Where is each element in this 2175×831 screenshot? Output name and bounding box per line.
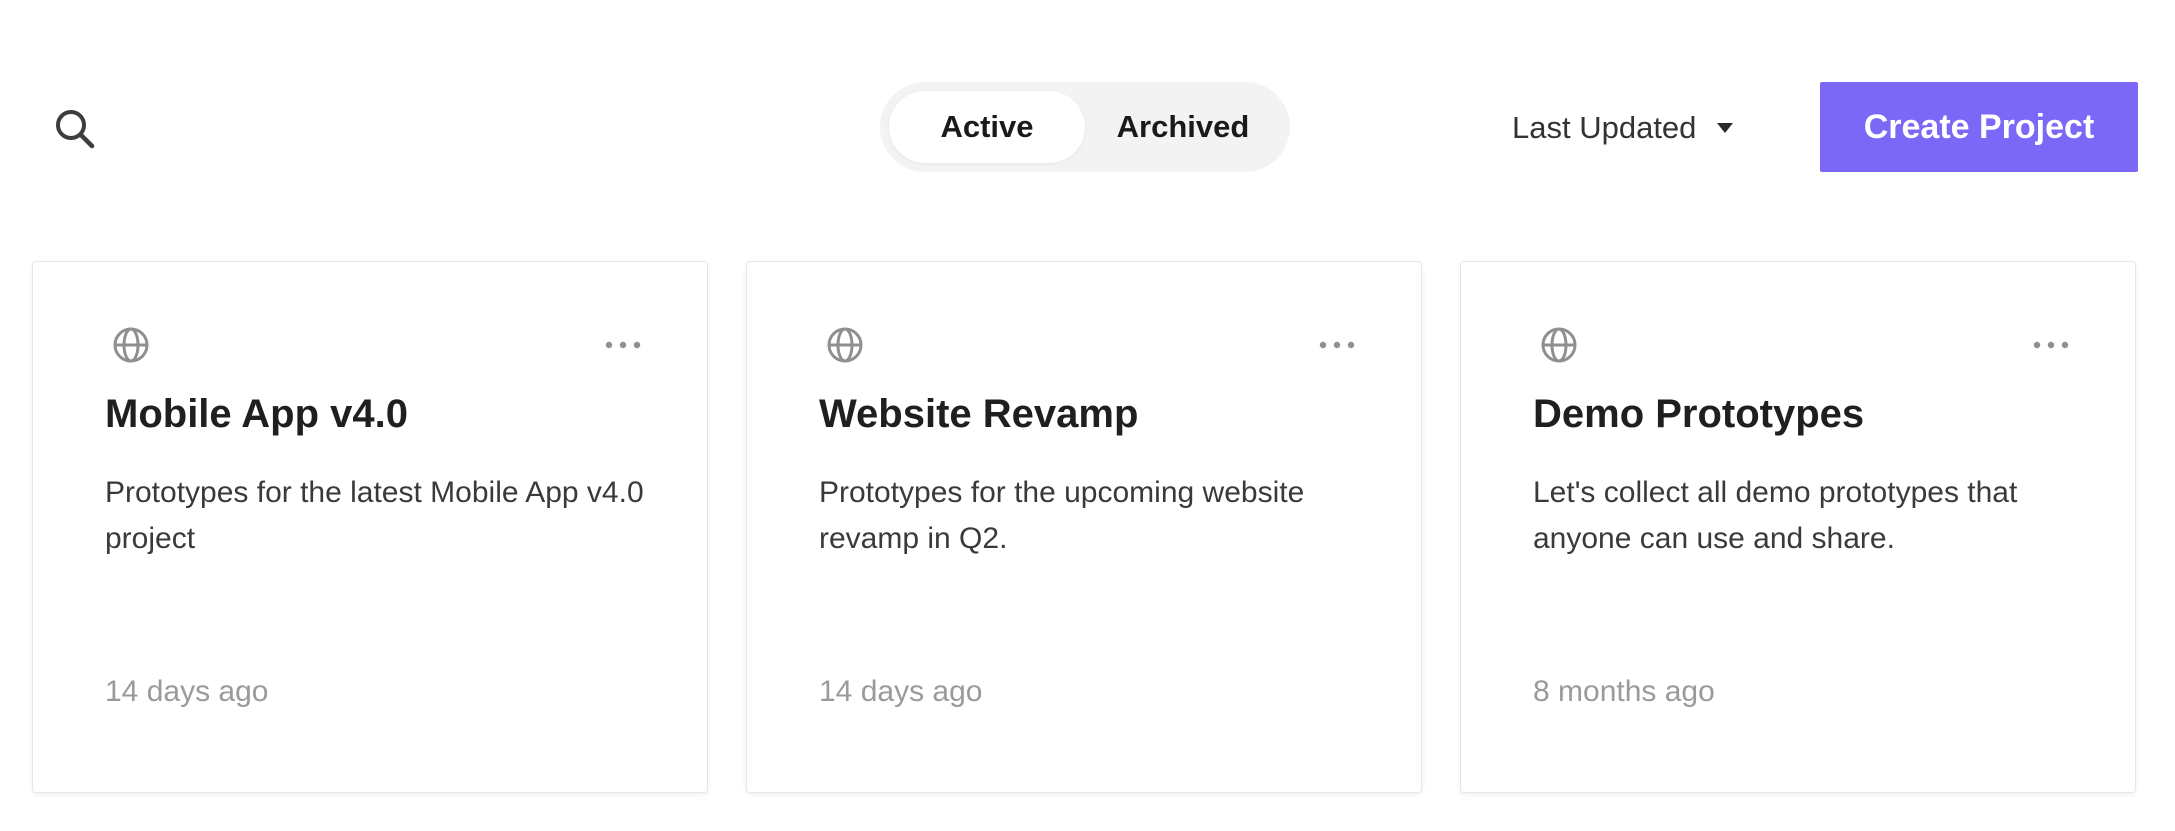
project-updated-time: 8 months ago [1533, 675, 1715, 708]
globe-icon [113, 327, 149, 363]
more-horizontal-icon [1319, 341, 1355, 349]
project-updated-time: 14 days ago [105, 675, 269, 708]
more-options-button[interactable] [598, 330, 648, 360]
globe-icon [1541, 327, 1577, 363]
project-description: Let's collect all demo prototypes that a… [1533, 476, 2018, 555]
status-tabs: Active Archived [880, 82, 1290, 172]
project-card[interactable]: Mobile App v4.0 Prototypes for the lates… [32, 261, 708, 793]
project-description: Prototypes for the upcoming website reva… [819, 476, 1305, 555]
more-options-button[interactable] [1312, 330, 1362, 360]
more-horizontal-icon [605, 341, 641, 349]
project-description: Prototypes for the latest Mobile App v4.… [105, 476, 644, 555]
search-button[interactable] [50, 104, 100, 154]
more-horizontal-icon [2033, 341, 2069, 349]
project-card[interactable]: Demo Prototypes Let's collect all demo p… [1460, 261, 2136, 793]
caret-down-icon [1717, 123, 1734, 133]
sort-label: Last Updated [1512, 110, 1697, 145]
create-project-button[interactable]: Create Project [1820, 82, 2138, 172]
more-options-button[interactable] [2026, 330, 2076, 360]
search-icon [56, 110, 95, 149]
sort-dropdown[interactable]: Last Updated [1512, 104, 1734, 152]
project-title: Mobile App v4.0 [105, 392, 409, 436]
project-card[interactable]: Website Revamp Prototypes for the upcomi… [746, 261, 1422, 793]
globe-icon [827, 327, 863, 363]
tab-active[interactable]: Active [889, 91, 1085, 163]
tab-archived[interactable]: Archived [1085, 91, 1281, 163]
project-updated-time: 14 days ago [819, 675, 983, 708]
project-title: Demo Prototypes [1533, 392, 1865, 436]
project-title: Website Revamp [819, 392, 1139, 436]
